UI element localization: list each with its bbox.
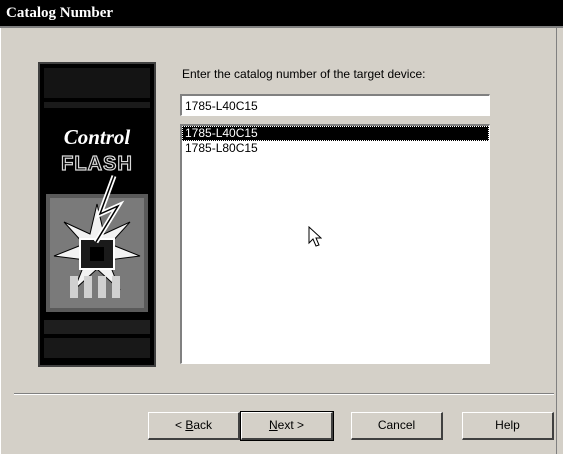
button-separator-highlight [14, 394, 554, 395]
list-item-selected[interactable]: 1785-L40C15 [182, 126, 489, 141]
back-button[interactable]: < Back [148, 412, 240, 440]
next-button[interactable]: Next > [240, 411, 334, 441]
banner-control-text: Control [64, 125, 131, 149]
catalog-number-list[interactable]: 1785-L40C15 1785-L80C15 [180, 124, 490, 364]
window-title-bar[interactable]: Catalog Number [0, 0, 563, 28]
window-title: Catalog Number [6, 5, 114, 21]
list-item[interactable]: 1785-L80C15 [182, 141, 489, 156]
mouse-pointer-icon [308, 226, 322, 247]
catalog-prompt-label: Enter the catalog number of the target d… [182, 67, 426, 81]
banner-flash-text: FLASH [61, 153, 133, 175]
window-left-edge [0, 28, 1, 454]
controlflash-banner-image: Control FLASH [38, 62, 156, 367]
window-right-edge [556, 28, 557, 454]
cancel-button[interactable]: Cancel [351, 412, 443, 440]
catalog-number-input[interactable] [180, 94, 490, 116]
help-button[interactable]: Help [462, 412, 554, 440]
